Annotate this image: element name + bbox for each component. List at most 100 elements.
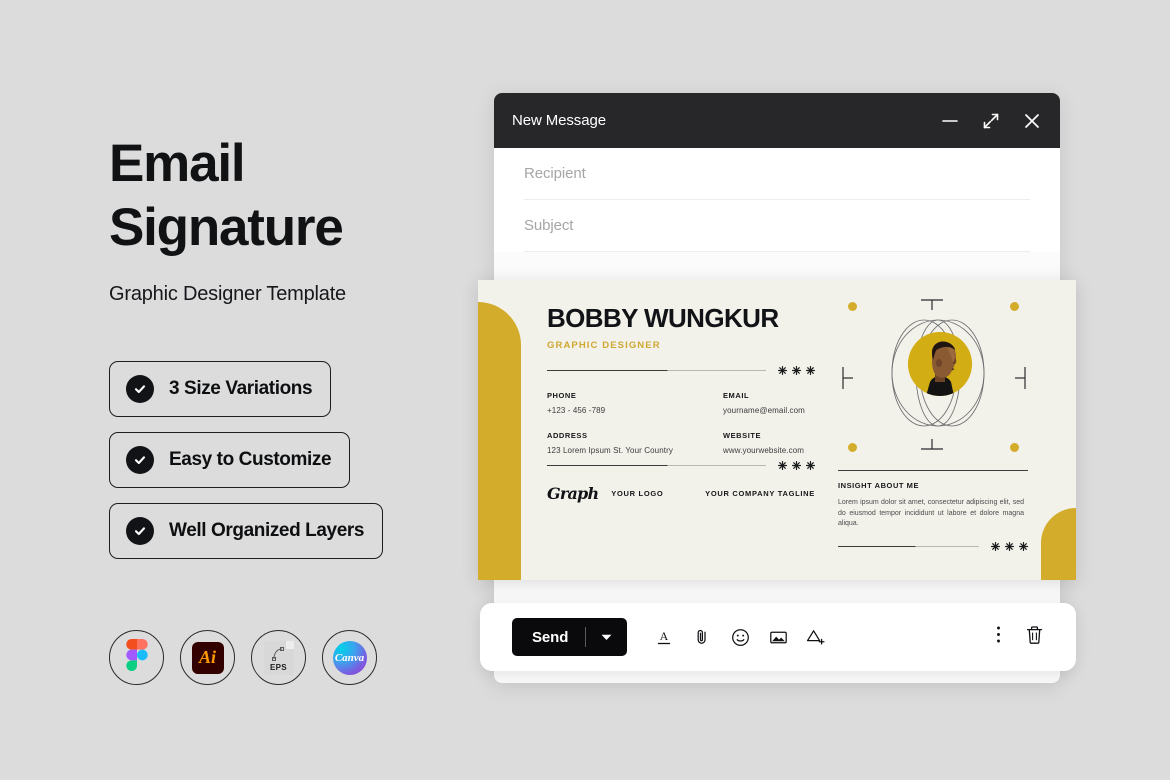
star-icon [792, 461, 801, 470]
page-title-line2: Signature [109, 198, 344, 257]
contact-label: ADDRESS [547, 431, 588, 440]
star-icon [991, 541, 1000, 551]
format-text-icon[interactable]: A [653, 626, 675, 648]
insert-image-icon[interactable] [767, 626, 789, 648]
compose-window-title: New Message [512, 112, 606, 129]
svg-text:A: A [660, 629, 669, 643]
app-badge-eps[interactable]: EPS [251, 630, 306, 685]
signature-details: BOBBY WUNGKUR GRAPHIC DESIGNER PHONE +12… [547, 303, 815, 503]
close-icon[interactable] [1021, 110, 1043, 132]
contact-item-website: WEBSITE www.yourwebsite.com [723, 431, 815, 455]
compose-toolbar: Send A [480, 603, 1076, 671]
toolbar-right-actions [996, 625, 1044, 650]
formatting-tools: A [653, 626, 827, 648]
star-ornament-group [778, 366, 815, 375]
contact-label: PHONE [547, 391, 577, 400]
promo-header: Email Signature Graphic Designer Templat… [109, 132, 469, 306]
avatar [908, 332, 972, 396]
accent-dot [848, 443, 857, 452]
figma-icon [125, 639, 148, 676]
contact-label: EMAIL [723, 391, 750, 400]
brand-logo-mark: Graph [547, 484, 599, 503]
email-signature-card: BOBBY WUNGKUR GRAPHIC DESIGNER PHONE +12… [478, 280, 1076, 580]
divider-line [547, 369, 766, 372]
contact-item-email: EMAIL yourname@email.com [723, 391, 815, 415]
expand-icon[interactable] [980, 110, 1002, 132]
insight-title: INSIGHT ABOUT ME [838, 481, 920, 491]
adobe-illustrator-icon: Ai [191, 641, 224, 674]
supported-apps-list: Ai EPS Canva [109, 630, 377, 685]
star-icon [806, 366, 815, 375]
insert-emoji-icon[interactable] [729, 626, 751, 648]
app-badge-canva[interactable]: Canva [322, 630, 377, 685]
compose-fields: Recipient Subject [494, 148, 1060, 252]
crop-mark-right-icon [1014, 366, 1026, 395]
contact-value: www.yourwebsite.com [723, 446, 805, 455]
check-circle-icon [126, 375, 154, 403]
more-options-icon[interactable] [996, 625, 1001, 649]
page-subtitle: Graphic Designer Template [109, 283, 346, 305]
divider-insight [838, 541, 1028, 551]
contact-value: +123 - 456 -789 [547, 406, 606, 415]
send-button[interactable]: Send [512, 629, 585, 646]
attach-file-icon[interactable] [691, 626, 713, 648]
app-badge-illustrator[interactable]: Ai [180, 630, 235, 685]
insert-drive-icon[interactable] [805, 626, 827, 648]
divider-line [838, 470, 1028, 472]
company-tagline: YOUR COMPANY TAGLINE [705, 489, 815, 498]
contact-item-address: ADDRESS 123 Lorem Ipsum St. Your Country [547, 431, 723, 455]
star-ornament-group [778, 461, 815, 470]
insight-body: Lorem ipsum dolor sit amet, consectetur … [838, 499, 1024, 528]
insight-block: INSIGHT ABOUT ME Lorem ipsum dolor sit a… [838, 470, 1028, 551]
signature-name: BOBBY WUNGKUR [547, 303, 779, 333]
divider-line [547, 464, 766, 467]
page-title-line1: Email [109, 134, 246, 193]
eps-file-label: EPS [270, 662, 287, 672]
feature-badge-list: 3 Size Variations Easy to Customize Well… [109, 361, 384, 574]
minimize-icon[interactable] [939, 110, 961, 132]
recipient-field[interactable]: Recipient [524, 148, 1030, 200]
send-button-group[interactable]: Send [512, 618, 628, 656]
feature-badge[interactable]: Easy to Customize [109, 432, 351, 488]
app-badge-figma[interactable] [109, 630, 164, 685]
contact-grid: PHONE +123 - 456 -789 EMAIL yourname@ema… [547, 391, 815, 455]
subject-placeholder: Subject [524, 217, 574, 234]
star-icon [806, 461, 815, 470]
brand-logo-label: YOUR LOGO [611, 489, 664, 498]
check-circle-icon [126, 446, 154, 474]
crop-mark-top-icon [920, 298, 944, 316]
portrait-ornament [864, 318, 1012, 428]
star-icon [1019, 541, 1028, 551]
feature-badge-label: Easy to Customize [169, 449, 332, 470]
signature-visual-column: INSIGHT ABOUT ME Lorem ipsum dolor sit a… [838, 280, 1038, 580]
accent-dot [1010, 302, 1019, 311]
discard-draft-icon[interactable] [1025, 625, 1044, 650]
page-title: Email Signature [109, 132, 469, 260]
portrait-photo [908, 332, 972, 396]
window-controls [939, 110, 1043, 132]
contact-value: 123 Lorem Ipsum St. Your Country [547, 446, 673, 455]
divider-line [838, 545, 979, 547]
feature-badge[interactable]: Well Organized Layers [109, 503, 384, 559]
signature-footer: Graph YOUR LOGO YOUR COMPANY TAGLINE [547, 461, 815, 503]
divider-top [547, 366, 815, 375]
contact-item-phone: PHONE +123 - 456 -789 [547, 391, 723, 415]
crop-mark-bottom-icon [920, 437, 944, 455]
send-options-caret-icon[interactable] [586, 634, 627, 641]
star-icon [778, 366, 787, 375]
accent-dot [1010, 443, 1019, 452]
divider-bottom [547, 461, 815, 470]
crop-mark-left-icon [842, 366, 854, 395]
subject-field[interactable]: Subject [524, 200, 1030, 252]
feature-badge-label: 3 Size Variations [169, 378, 313, 399]
compose-titlebar: New Message [494, 93, 1060, 148]
star-ornament-group [991, 541, 1028, 551]
feature-badge[interactable]: 3 Size Variations [109, 361, 332, 417]
contact-value: yourname@email.com [723, 406, 805, 415]
accent-dot [848, 302, 857, 311]
star-icon [778, 461, 787, 470]
logo-row: Graph YOUR LOGO YOUR COMPANY TAGLINE [547, 484, 815, 503]
check-circle-icon [126, 517, 154, 545]
canva-icon: Canva [332, 640, 367, 675]
feature-badge-label: Well Organized Layers [169, 520, 365, 541]
